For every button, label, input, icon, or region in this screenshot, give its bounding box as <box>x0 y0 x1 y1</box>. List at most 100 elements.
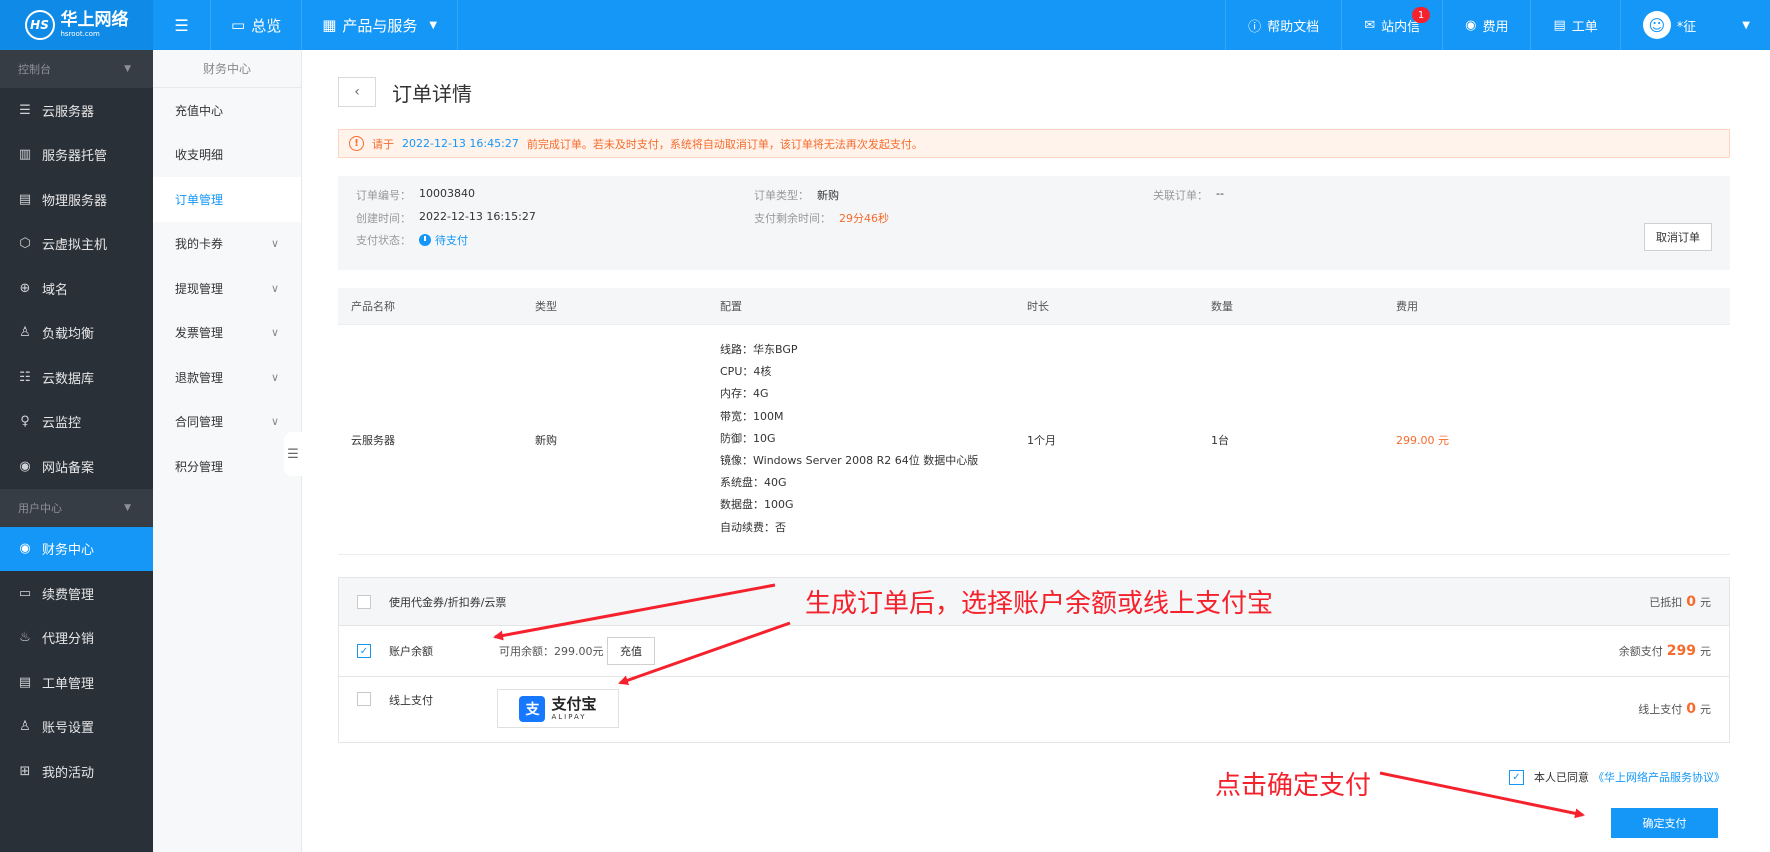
sidebar-group-label: 用户中心 <box>18 501 62 515</box>
balance-checkbox[interactable]: ✓ <box>357 644 371 658</box>
column-header: 费用 <box>1396 300 1418 313</box>
back-button[interactable]: ‹ <box>338 77 376 107</box>
overview-link[interactable]: ▭ 总览 <box>211 0 303 50</box>
online-pay-checkbox[interactable] <box>357 692 371 706</box>
grid-icon: ▦ <box>322 16 337 34</box>
messages-link[interactable]: ✉ 站内信 1 <box>1341 0 1442 50</box>
agreement-link[interactable]: 《华上网络产品服务协议》 <box>1593 769 1725 785</box>
subnav-item-recharge[interactable]: 充值中心 <box>153 88 301 133</box>
product-duration: 1个月 <box>1027 433 1056 447</box>
config-line: 内存：4G <box>720 387 769 401</box>
logo[interactable]: HS 华上网络 hsroot.com <box>0 0 153 50</box>
sidebar-item-renew[interactable]: ▭ 续费管理 <box>0 571 153 616</box>
subnav-toggle-icon[interactable]: ☰ <box>284 432 302 476</box>
created-time: 2022-12-13 16:15:27 <box>419 210 536 223</box>
order-no: 10003840 <box>419 187 475 200</box>
renew-icon: ▭ <box>18 585 32 601</box>
cancel-order-button[interactable]: 取消订单 <box>1644 223 1712 251</box>
logo-sub: hsroot.com <box>60 30 100 38</box>
sidebar-item-label: 代理分销 <box>42 632 95 648</box>
products-menu[interactable]: ▦ 产品与服务 ▼ <box>302 0 459 50</box>
gift-icon: ⊞ <box>19 763 31 779</box>
column-header: 类型 <box>535 300 557 313</box>
sidebar-item-account[interactable]: ♙ 账号设置 <box>0 705 153 750</box>
tickets-label: 工单 <box>1571 19 1598 35</box>
agreement: ✓ 本人已同意 《华上网络产品服务协议》 <box>1509 769 1725 785</box>
tickets-link[interactable]: ▤ 工单 <box>1530 0 1619 50</box>
balance-pay-value: 299 <box>1666 643 1696 659</box>
subnav-item-transactions[interactable]: 收支明细 <box>153 133 301 178</box>
sidebar-item-hosting[interactable]: ▥ 服务器托管 <box>0 133 153 178</box>
user-icon: ♙ <box>19 719 31 735</box>
config-line: 自动续费：否 <box>720 520 786 534</box>
sidebar-group-user[interactable]: 用户中心 ▼ <box>0 488 153 527</box>
subnav-item-withdraw[interactable]: 提现管理 ∨ <box>153 266 301 311</box>
page-title: 订单详情 <box>392 81 472 106</box>
alipay-option[interactable]: 支 支付宝 ALIPAY <box>497 689 619 728</box>
balance-label: 账户余额 <box>389 645 433 658</box>
payment-deadline-notice: ! 请于 2022-12-13 16:45:27 前完成订单。若未及时支付，系统… <box>338 129 1730 158</box>
related-order: -- <box>1216 187 1224 200</box>
fees-label: 费用 <box>1482 19 1509 35</box>
sidebar-item-finance[interactable]: ◉ 财务中心 <box>0 526 153 571</box>
logo-name: 华上网络 <box>60 10 129 30</box>
product-type: 新购 <box>535 433 557 447</box>
config-line: 线路：华东BGP <box>720 343 798 356</box>
sidebar-item-virtual-host[interactable]: ⬡ 云虚拟主机 <box>0 222 153 267</box>
subnav-item-orders[interactable]: 订单管理 <box>153 177 301 222</box>
main-sidebar: 控制台 ▼ ☰ 云服务器 ▥ 服务器托管 ▤ 物理服务器 ⬡ 云虚拟主机 ⊕ 域名 ♙ 负载… <box>0 50 153 852</box>
unit-label: 元 <box>1700 703 1711 716</box>
order-items-table: 产品名称 类型 配置 时长 数量 费用 云服务器 新购 线路：华东BGP CPU… <box>338 288 1730 555</box>
recharge-button[interactable]: 充值 <box>607 637 655 665</box>
balance-icon: ♙ <box>19 325 31 341</box>
sidebar-item-monitor[interactable]: ♀ 云监控 <box>0 400 153 445</box>
online-pay-amount-label: 线上支付 <box>1638 703 1683 716</box>
sidebar-item-database[interactable]: ☷ 云数据库 <box>0 355 153 400</box>
sidebar-item-physical-server[interactable]: ▤ 物理服务器 <box>0 177 153 222</box>
column-header: 时长 <box>1027 300 1049 313</box>
chevron-down-icon: ∨ <box>270 326 279 340</box>
coupon-checkbox[interactable] <box>357 594 371 609</box>
agreement-checkbox[interactable]: ✓ <box>1509 769 1524 785</box>
sidebar-item-record[interactable]: ◉ 网站备案 <box>0 444 153 489</box>
sidebar-item-agent[interactable]: ♨ 代理分销 <box>0 616 153 661</box>
help-docs-link[interactable]: ⓘ 帮助文档 <box>1225 0 1341 50</box>
column-header: 产品名称 <box>351 300 395 313</box>
subnav-item-label: 积分管理 <box>175 459 224 474</box>
sidebar-item-domain[interactable]: ⊕ 域名 <box>0 266 153 311</box>
sidebar-item-ticket[interactable]: ▤ 工单管理 <box>0 660 153 705</box>
user-menu[interactable]: ☺ *征 ▼ <box>1619 0 1770 50</box>
overview-label: 总览 <box>251 16 282 35</box>
remaining-label: 支付剩余时间： <box>754 212 831 225</box>
sidebar-group-console[interactable]: 控制台 ▼ <box>0 50 153 88</box>
sidebar-item-label: 财务中心 <box>42 543 95 559</box>
sidebar-item-label: 我的活动 <box>42 765 95 781</box>
config-line: 带宽：100M <box>720 409 784 423</box>
chevron-down-icon: ∨ <box>270 415 279 429</box>
subnav-item-refund[interactable]: 退款管理 ∨ <box>153 355 301 400</box>
subnav-item-label: 我的卡券 <box>175 237 224 252</box>
caret-down-icon: ▼ <box>1742 19 1750 31</box>
sidebar-item-label: 云虚拟主机 <box>42 238 108 254</box>
config-line: CPU：4核 <box>720 365 772 379</box>
subnav-item-label: 合同管理 <box>175 415 224 430</box>
subnav-item-points[interactable]: 积分管理 <box>153 444 301 489</box>
sidebar-item-cloud-server[interactable]: ☰ 云服务器 <box>0 88 153 133</box>
coupon-label: 使用代金券/折扣券/云票 <box>389 595 507 609</box>
sidebar-item-label: 云监控 <box>42 416 82 432</box>
caret-down-icon: ▼ <box>124 502 131 513</box>
created-label: 创建时间： <box>356 212 411 225</box>
subnav-item-contract[interactable]: 合同管理 ∨ <box>153 400 301 445</box>
sidebar-item-activity[interactable]: ⊞ 我的活动 <box>0 749 153 794</box>
caret-down-icon: ▼ <box>429 19 438 31</box>
subnav-item-invoice[interactable]: 发票管理 ∨ <box>153 311 301 356</box>
confirm-pay-button[interactable]: 确定支付 <box>1611 808 1718 838</box>
subnav-item-coupons[interactable]: 我的卡券 ∨ <box>153 222 301 267</box>
subnav-item-label: 发票管理 <box>175 326 224 341</box>
chevron-left-icon: ‹ <box>354 84 360 100</box>
fees-link[interactable]: ◉ 费用 <box>1442 0 1530 50</box>
collapse-menu-icon[interactable]: ☰ <box>153 0 211 50</box>
sidebar-item-load-balance[interactable]: ♙ 负载均衡 <box>0 311 153 356</box>
products-label: 产品与服务 <box>342 16 418 35</box>
help-icon: ⓘ <box>1248 19 1262 35</box>
